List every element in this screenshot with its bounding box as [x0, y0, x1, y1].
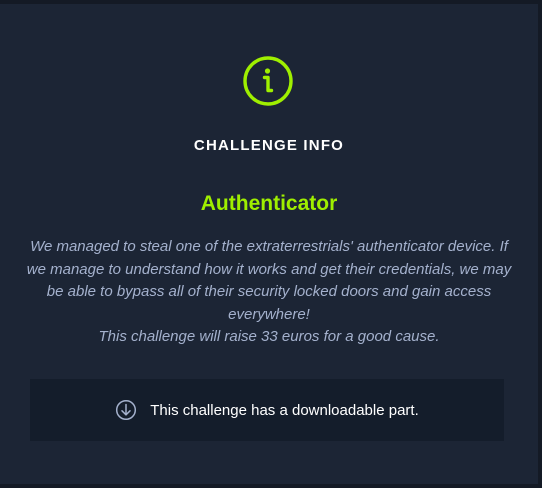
challenge-description: We managed to steal one of the extraterr…	[22, 236, 516, 349]
download-label: This challenge has a downloadable part.	[150, 401, 419, 419]
modal-frame: CHALLENGE INFO Authenticator We managed …	[0, 0, 542, 488]
description-text: We managed to steal one of the extraterr…	[26, 238, 512, 323]
reward-text: This challenge will raise 33 euros for a…	[98, 328, 440, 345]
download-button[interactable]: This challenge has a downloadable part.	[30, 379, 504, 441]
download-icon	[115, 399, 137, 421]
page-bottom-edge	[0, 484, 542, 488]
challenge-name: Authenticator	[200, 192, 338, 215]
info-circle-icon	[242, 55, 294, 107]
challenge-info-modal: CHALLENGE INFO Authenticator We managed …	[0, 8, 538, 488]
modal-heading: CHALLENGE INFO	[193, 137, 345, 154]
